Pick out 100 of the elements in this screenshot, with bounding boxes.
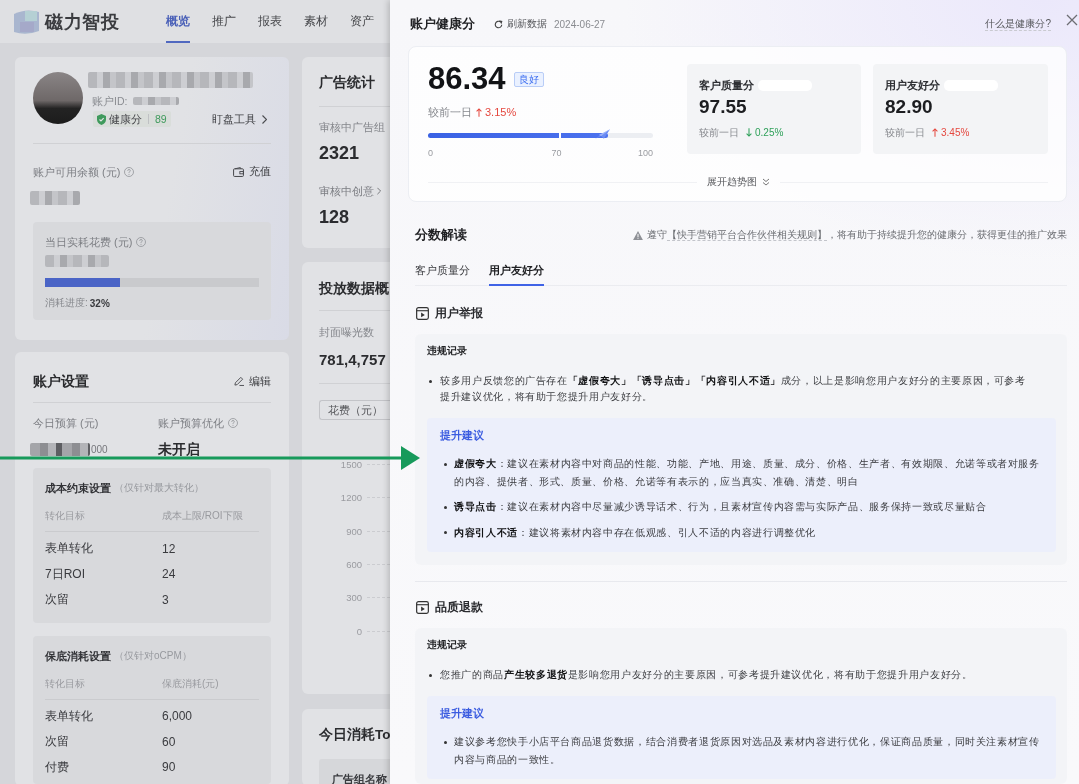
compare-label: 较前一日	[428, 106, 472, 119]
grade-badge: 良好	[513, 71, 544, 87]
refresh-button[interactable]: 刷新数据	[494, 18, 547, 30]
advice-text: 建议参考您快手小店平台商品退货数据，结合消费者退货原因对选品及素材内容进行优化，保证商品质量，同时关注素材宣传内容与商品的一致性。	[454, 735, 1041, 767]
pencil-icon	[234, 376, 244, 386]
progress-value: 32%	[89, 297, 110, 309]
section-title: 品质退款	[435, 598, 483, 616]
advice-text: 诱导点击：建议在素材内容中尽量减少诱导话术、行为，且素材宣传内容需与实际产品、服务保持一致或尽量贴合	[454, 500, 987, 514]
close-icon[interactable]	[1066, 14, 1078, 26]
stat-label: 审核中广告组	[319, 121, 385, 133]
warning-icon	[633, 230, 643, 240]
sub-score-value: 97.55	[699, 96, 748, 118]
setting-value: 未开启	[158, 440, 200, 458]
metric-label: 封面曝光数	[319, 326, 375, 338]
chevron-icon[interactable]	[377, 187, 381, 195]
section-title: 用户举报	[435, 304, 483, 322]
bullet-icon	[429, 674, 432, 677]
axis-label: 1200	[339, 492, 362, 504]
bullet-icon	[444, 462, 447, 466]
nav-tab[interactable]: 概览	[166, 0, 190, 43]
table-cell-text: 付费	[45, 758, 70, 776]
record-text: 您推广的商品产生较多退货是影响您用户友好分的主要原因，可参考提升建议优化，将有助于您提升用户友好分。	[440, 668, 973, 682]
stat-value: 128	[319, 208, 351, 226]
advice-text: 内容引人不适：建议将素材内容中存在低观感、引人不适的内容进行调整优化	[454, 525, 817, 540]
card-title: 今日消耗To	[319, 727, 390, 742]
table-cell-text: 7日ROI	[45, 565, 86, 583]
card-title: 投放数据概	[319, 282, 390, 296]
bullet-icon	[429, 380, 432, 383]
pixelated-block	[30, 191, 80, 205]
health-label: 健康分	[109, 113, 142, 125]
monitor-tool-link[interactable]: 盯盘工具	[212, 112, 267, 126]
record-title: 违规记录	[427, 345, 468, 357]
video-icon	[416, 600, 429, 614]
sub-score-value: 82.90	[885, 96, 934, 118]
axis-label: 1500	[339, 459, 362, 471]
field-label: 今日预算 (元)	[33, 417, 99, 429]
table-cell: 60	[162, 734, 176, 749]
paper-plane-icon	[595, 129, 610, 139]
help-link[interactable]: 什么是健康分?	[985, 17, 1051, 31]
recharge-button[interactable]: 充值	[233, 165, 271, 178]
table-cell: 24	[162, 567, 176, 582]
refresh-icon	[494, 19, 503, 29]
table-cell-text: 表单转化	[45, 707, 94, 725]
record-text: 较多用户反馈您的广告存在「虚假夸大」「诱导点击」「内容引人不适」成分，以上是影响您用户友好分的主要原因，可参考提升建议优化，将有助于您提升用户友好分。	[440, 374, 1027, 404]
section-title: 分数解读	[415, 226, 467, 244]
account-id-label: 账户ID:	[92, 95, 128, 107]
scale-label: 0	[428, 148, 433, 158]
progress-label: 消耗进度:	[45, 296, 88, 310]
table-cell: 90	[162, 760, 176, 775]
pixelated-block	[30, 442, 90, 456]
nav-tab[interactable]: 资产	[350, 0, 374, 43]
table-cell-text: 次留	[45, 591, 70, 609]
sub-score-label: 客户质量分	[699, 79, 754, 92]
pixelated-block	[133, 97, 180, 105]
nav-tab[interactable]: 报表	[258, 0, 282, 43]
help-icon[interactable]	[124, 166, 135, 177]
tab[interactable]: 用户友好分	[489, 264, 544, 286]
rules-link[interactable]: 【快手营销平台合作伙伴相关规则】	[667, 229, 827, 241]
card-title: 账户设置	[33, 372, 89, 390]
brand-name: 磁力智投	[45, 10, 119, 34]
balance-label: 账户可用余额 (元)	[33, 165, 121, 178]
compare-label: 较前一日	[885, 126, 925, 139]
tab[interactable]: 客户质量分	[415, 264, 470, 286]
card-title: 广告统计	[319, 76, 376, 90]
nav-tab[interactable]: 素材	[304, 0, 328, 43]
change-value: 0.25%	[755, 126, 784, 139]
sub-score-label: 用户友好分	[885, 79, 940, 92]
table-cell: 12	[162, 541, 176, 556]
bullet-icon	[444, 740, 447, 744]
chevron-icon	[262, 114, 267, 124]
panel-note: （仅针对oCPM）	[114, 648, 192, 663]
column-header: 广告组名称	[332, 772, 388, 784]
scale-label: 70	[551, 148, 562, 158]
field-label: 账户预算优化	[158, 417, 224, 429]
budget-value: 000	[91, 443, 108, 455]
advice-title: 提升建议	[440, 707, 485, 719]
axis-label: 900	[345, 525, 362, 537]
help-icon[interactable]	[228, 418, 238, 428]
logo-icon	[12, 8, 40, 35]
edit-button[interactable]: 编辑	[234, 374, 271, 388]
advice-title: 提升建议	[440, 429, 485, 441]
stat-value: 2321	[319, 144, 361, 162]
double-chevron-icon	[761, 178, 770, 186]
panel-title: 保底消耗设置	[45, 648, 111, 663]
nav-tab[interactable]: 推广	[212, 0, 236, 43]
bullet-icon	[444, 505, 447, 509]
axis-label: 300	[345, 592, 362, 604]
bullet-icon	[444, 531, 447, 534]
metric-value: 781,4,757	[319, 351, 387, 369]
table-cell-text: 表单转化	[45, 540, 94, 558]
panel-title: 成本约束设置	[45, 481, 111, 495]
expand-trend-button[interactable]: 展开趋势图	[706, 175, 770, 189]
advice-text: 虚假夸大：建议在素材内容中对商品的性能、功能、产地、用途、质量、成分、价格、生产者、有效期限、允诺等或者对服务的内容、提供者、形式、质量、价格、允诺等有表示的，应当真实、准确、清楚、明白	[454, 457, 1041, 489]
record-title: 违规记录	[427, 639, 468, 651]
scale-label: 100	[637, 148, 653, 158]
help-icon[interactable]	[136, 237, 147, 247]
table-cell: 6,000	[162, 709, 193, 724]
pixelated-block	[45, 255, 109, 267]
axis-label: 600	[345, 559, 362, 571]
date-label: 2024-06-27	[554, 18, 606, 30]
